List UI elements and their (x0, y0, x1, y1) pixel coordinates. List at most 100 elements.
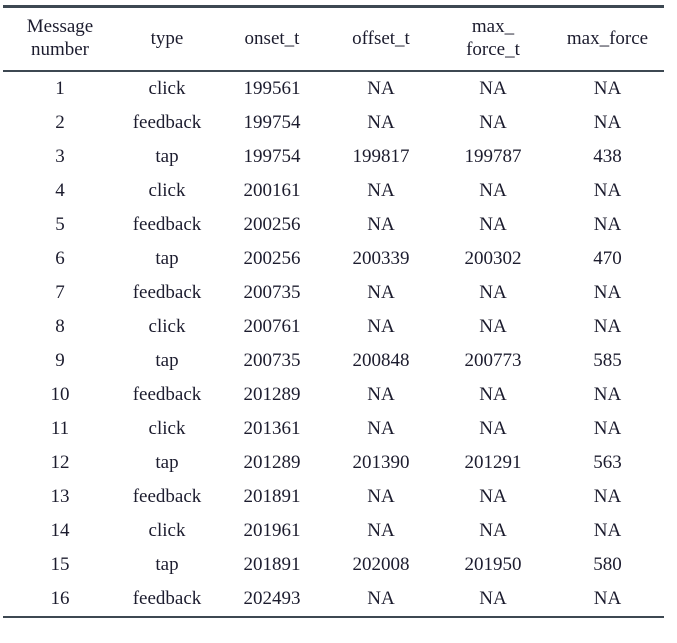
cell-offset_t: 202008 (352, 553, 410, 575)
table-row: 10 feedback 201289 NA NA NA (3, 378, 664, 412)
cell-max_force: 563 (593, 451, 622, 473)
cell-onset_t: 201361 (243, 417, 301, 439)
column-header-max_force: max_force (551, 7, 664, 71)
cell-max_force: NA (593, 587, 622, 609)
table-row: 14 click 201961 NA NA NA (3, 514, 664, 548)
cell-onset_t: 199754 (243, 111, 301, 133)
table-container: Message number type onset_t offset_t max_ forc… (0, 0, 677, 643)
cell-offset_t: NA (367, 281, 395, 303)
cell-max_force: 585 (593, 349, 622, 371)
cell-onset_t: 200256 (243, 213, 301, 235)
cell-offset_t: 200339 (352, 247, 410, 269)
cell-max_force: 470 (593, 247, 622, 269)
cell-offset_t: 199817 (352, 145, 410, 167)
cell-type: feedback (132, 383, 202, 405)
cell-max_force: NA (593, 383, 622, 405)
cell-message_number: 3 (55, 145, 65, 167)
cell-max_force: NA (593, 485, 622, 507)
column-header-onset_t: onset_t (217, 7, 327, 71)
column-header-label: onset_t (244, 27, 300, 49)
cell-type: click (148, 77, 186, 99)
table-row: 1 click 199561 NA NA NA (3, 71, 664, 106)
cell-max_force: 580 (593, 553, 622, 575)
cell-max_force: 438 (593, 145, 622, 167)
cell-onset_t: 199754 (243, 145, 301, 167)
column-header-label: max_ (471, 16, 515, 38)
cell-max_force: NA (593, 179, 622, 201)
cell-max_force_t: NA (479, 213, 507, 235)
cell-onset_t: 200761 (243, 315, 301, 337)
table-row: 4 click 200161 NA NA NA (3, 174, 664, 208)
cell-offset_t: NA (367, 485, 395, 507)
table-row: 13 feedback 201891 NA NA NA (3, 480, 664, 514)
cell-max_force: NA (593, 315, 622, 337)
cell-max_force_t: NA (479, 315, 507, 337)
cell-message_number: 5 (55, 213, 65, 235)
cell-onset_t: 202493 (243, 587, 301, 609)
cell-offset_t: NA (367, 77, 395, 99)
cell-onset_t: 201289 (243, 451, 301, 473)
cell-max_force: NA (593, 77, 622, 99)
table-row: 3 tap 199754 199817 199787 438 (3, 140, 664, 174)
cell-max_force_t: 201950 (464, 553, 522, 575)
cell-type: click (148, 417, 186, 439)
cell-max_force_t: NA (479, 587, 507, 609)
column-header-max_force_t: max_ force_t (435, 7, 551, 71)
cell-max_force_t: 201291 (464, 451, 522, 473)
column-header-offset_t: offset_t (327, 7, 435, 71)
cell-max_force_t: NA (479, 519, 507, 541)
column-header-label: max_force (566, 27, 649, 49)
cell-max_force: NA (593, 111, 622, 133)
table-row: 5 feedback 200256 NA NA NA (3, 208, 664, 242)
cell-message_number: 12 (50, 451, 70, 473)
cell-onset_t: 201961 (243, 519, 301, 541)
cell-type: click (148, 519, 186, 541)
cell-onset_t: 199561 (243, 77, 301, 99)
cell-message_number: 9 (55, 349, 65, 371)
cell-max_force: NA (593, 213, 622, 235)
cell-type: feedback (132, 587, 202, 609)
cell-onset_t: 201891 (243, 485, 301, 507)
table-row: 12 tap 201289 201390 201291 563 (3, 446, 664, 480)
table-row: 8 click 200761 NA NA NA (3, 310, 664, 344)
cell-offset_t: 200848 (352, 349, 410, 371)
column-header-message_number: Message number (3, 7, 117, 71)
cell-offset_t: NA (367, 111, 395, 133)
cell-type: feedback (132, 111, 202, 133)
cell-max_force_t: NA (479, 111, 507, 133)
cell-type: click (148, 179, 186, 201)
cell-max_force_t: NA (479, 281, 507, 303)
table-row: 7 feedback 200735 NA NA NA (3, 276, 664, 310)
table-row: 16 feedback 202493 NA NA NA (3, 582, 664, 617)
cell-offset_t: NA (367, 179, 395, 201)
cell-max_force_t: NA (479, 179, 507, 201)
cell-offset_t: NA (367, 417, 395, 439)
cell-max_force_t: NA (479, 77, 507, 99)
cell-type: feedback (132, 281, 202, 303)
table-header: Message number type onset_t offset_t max_ forc… (3, 6, 664, 71)
column-header-label: number (30, 39, 90, 61)
cell-type: feedback (132, 485, 202, 507)
table-row: 11 click 201361 NA NA NA (3, 412, 664, 446)
table-header-row: Message number type onset_t offset_t max_ forc… (3, 6, 664, 71)
cell-message_number: 8 (55, 315, 65, 337)
cell-type: tap (155, 349, 179, 371)
cell-max_force: NA (593, 417, 622, 439)
table-row: 15 tap 201891 202008 201950 580 (3, 548, 664, 582)
cell-max_force_t: 199787 (464, 145, 522, 167)
column-header-label: Message (26, 16, 94, 38)
cell-message_number: 7 (55, 281, 65, 303)
table-row: 2 feedback 199754 NA NA NA (3, 106, 664, 140)
cell-type: tap (155, 145, 179, 167)
cell-message_number: 15 (50, 553, 70, 575)
cell-offset_t: 201390 (352, 451, 410, 473)
cell-type: tap (155, 553, 179, 575)
cell-onset_t: 200256 (243, 247, 301, 269)
cell-max_force: NA (593, 281, 622, 303)
cell-onset_t: 201891 (243, 553, 301, 575)
cell-offset_t: NA (367, 519, 395, 541)
cell-offset_t: NA (367, 213, 395, 235)
cell-message_number: 6 (55, 247, 65, 269)
cell-offset_t: NA (367, 587, 395, 609)
cell-message_number: 13 (50, 485, 70, 507)
